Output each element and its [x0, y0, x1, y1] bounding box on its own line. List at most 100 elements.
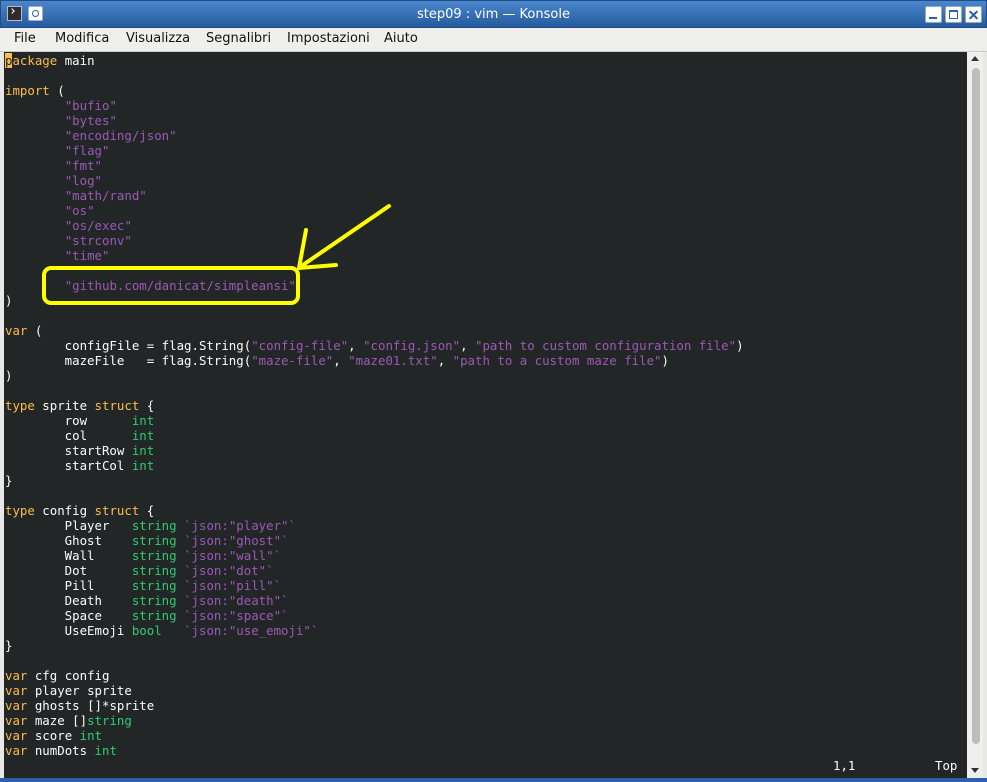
code-token: type: [5, 398, 35, 413]
code-line: "flag": [5, 143, 110, 158]
code-token: startCol: [5, 458, 132, 473]
code-token: int: [131, 413, 155, 428]
code-line: var (: [5, 323, 42, 338]
code-line: var score int: [5, 728, 102, 743]
code-token: int: [131, 443, 155, 458]
code-token: "bytes": [64, 113, 117, 128]
code-line: mazeFile = flag.String("maze-file", "maz…: [5, 353, 669, 368]
scroll-up-arrow-icon[interactable]: [967, 52, 983, 66]
code-token: ,: [437, 353, 453, 368]
code-token: struct: [94, 503, 140, 518]
code-line: Pill string `json:"pill"`: [5, 578, 281, 593]
code-token: main: [57, 53, 95, 68]
code-token: var: [5, 323, 28, 338]
code-line: "github.com/danicat/simpleansi": [5, 278, 296, 293]
code-line: Space string `json:"space"`: [5, 608, 289, 623]
maximize-button[interactable]: [945, 6, 962, 23]
code-token: sprite: [34, 398, 95, 413]
code-line: var numDots int: [5, 743, 117, 758]
code-token: string: [131, 518, 177, 533]
menu-modifica[interactable]: Modifica: [54, 31, 110, 46]
code-token: int: [131, 458, 155, 473]
code-token: `json:"death"`: [184, 593, 289, 608]
code-line: package main: [5, 53, 95, 68]
code-token: ,: [333, 353, 349, 368]
code-token: "maze-file": [251, 353, 334, 368]
menu-bar: File Modifica Visualizza Segnalibri Impo…: [0, 28, 987, 52]
scrollbar-track[interactable]: [971, 68, 980, 762]
code-line: var maze []string: [5, 713, 132, 728]
code-token: int: [94, 743, 117, 758]
code-token: ghosts []*sprite: [27, 698, 155, 713]
code-token: struct: [94, 398, 140, 413]
code-token: `json:"dot"`: [184, 563, 274, 578]
code-line: var ghosts []*sprite: [5, 698, 154, 713]
scroll-down-arrow-icon[interactable]: [967, 764, 983, 778]
code-token: config: [34, 503, 95, 518]
code-line: "bufio": [5, 98, 117, 113]
code-token: "config.json": [363, 338, 461, 353]
code-token: var: [5, 728, 28, 743]
code-line: type config struct {: [5, 503, 154, 518]
menu-impostazioni[interactable]: Impostazioni: [286, 31, 371, 46]
code-token: "fmt": [64, 158, 102, 173]
scrollbar-thumb[interactable]: [972, 68, 980, 744]
code-line: startRow int: [5, 443, 155, 458]
code-token: string: [131, 578, 177, 593]
scroll-indicator: Top: [935, 758, 958, 773]
menu-visualizza[interactable]: Visualizza: [125, 31, 191, 46]
code-line: "strconv": [5, 233, 132, 248]
vertical-scrollbar[interactable]: [967, 52, 983, 778]
code-token: int: [131, 428, 155, 443]
code-token: numDots: [27, 743, 95, 758]
code-token: col: [5, 428, 132, 443]
title-bar[interactable]: step09 : vim — Konsole: [0, 0, 987, 28]
code-token: Ghost: [5, 533, 132, 548]
code-line: "math/rand": [5, 188, 147, 203]
code-token: "bufio": [64, 98, 117, 113]
menu-segnalibri[interactable]: Segnalibri: [205, 31, 272, 46]
code-line: Death string `json:"death"`: [5, 593, 289, 608]
menu-file[interactable]: File: [13, 31, 37, 46]
code-token: ackage: [12, 53, 58, 68]
code-token: int: [79, 728, 102, 743]
code-line: import (: [5, 83, 65, 98]
code-token: Dot: [5, 563, 132, 578]
code-token: "config-file": [251, 338, 349, 353]
code-line: "time": [5, 248, 110, 263]
code-token: ): [5, 293, 13, 308]
code-line: "fmt": [5, 158, 102, 173]
menu-aiuto[interactable]: Aiuto: [383, 31, 419, 46]
code-token: maze []: [27, 713, 88, 728]
code-token: `json:"ghost"`: [184, 533, 289, 548]
close-button[interactable]: [965, 6, 982, 23]
code-line: configFile = flag.String("config-file", …: [5, 338, 744, 353]
window-title: step09 : vim — Konsole: [417, 7, 570, 22]
code-token: UseEmoji: [5, 623, 132, 638]
code-line: "bytes": [5, 113, 117, 128]
code-token: }: [5, 473, 13, 488]
code-token: "math/rand": [64, 188, 147, 203]
code-line: "encoding/json": [5, 128, 177, 143]
code-line: Player string `json:"player"`: [5, 518, 296, 533]
minimize-button[interactable]: [925, 6, 942, 23]
code-line: Wall string `json:"wall"`: [5, 548, 281, 563]
code-token: string: [87, 713, 132, 728]
code-line: Ghost string `json:"ghost"`: [5, 533, 289, 548]
code-line: UseEmoji bool `json:"use_emoji"`: [5, 623, 319, 638]
code-token: "path to a custom maze file": [452, 353, 662, 368]
code-line: var player sprite: [5, 683, 132, 698]
code-line: row int: [5, 413, 155, 428]
code-line: }: [5, 473, 12, 488]
code-token: "os/exec": [64, 218, 132, 233]
code-token: startRow: [5, 443, 132, 458]
vim-editor[interactable]: package main import ( "bufio" "bytes" "en…: [4, 52, 967, 778]
